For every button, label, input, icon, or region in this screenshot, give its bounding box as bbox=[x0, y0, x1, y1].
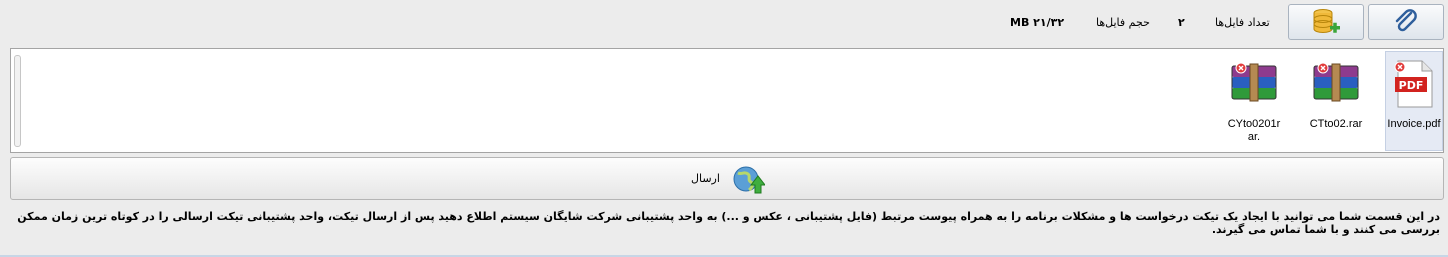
file-size-label: حجم فایل‌ها bbox=[1096, 16, 1150, 29]
send-button[interactable]: ارسال bbox=[10, 157, 1444, 200]
toolbar: تعداد فایل‌ها ۲ حجم فایل‌ها MB ۲۱/۳۲ bbox=[0, 0, 1448, 44]
file-name: CYto0201rar. bbox=[1227, 118, 1281, 143]
file-count-label: تعداد فایل‌ها bbox=[1215, 16, 1270, 29]
scrollbar[interactable] bbox=[14, 55, 21, 147]
file-name: CTto02.rar bbox=[1309, 118, 1363, 130]
file-size-value: MB ۲۱/۳۲ bbox=[1010, 16, 1065, 29]
file-item[interactable]: CYto0201rar. bbox=[1225, 51, 1283, 151]
rar-archive-icon bbox=[1310, 58, 1362, 110]
file-count-value: ۲ bbox=[1178, 16, 1185, 29]
send-button-label: ارسال bbox=[691, 172, 720, 185]
svg-text:PDF: PDF bbox=[1399, 79, 1424, 92]
help-description: در این قسمت شما می توانید با ایجاد یک تی… bbox=[17, 210, 1440, 236]
pdf-file-icon: PDF bbox=[1388, 58, 1440, 110]
file-item[interactable]: CTto02.rar bbox=[1307, 51, 1365, 151]
rar-archive-icon bbox=[1228, 58, 1280, 110]
database-add-icon bbox=[1313, 9, 1340, 33]
file-name: Invoice.pdf bbox=[1387, 118, 1441, 130]
attach-file-button[interactable] bbox=[1368, 4, 1444, 40]
attachment-list[interactable]: PDF Invoice.pdf CTto02.rar CYto0201rar. bbox=[10, 48, 1444, 153]
add-database-button[interactable] bbox=[1288, 4, 1364, 40]
paperclip-icon bbox=[1395, 9, 1417, 32]
file-item[interactable]: PDF Invoice.pdf bbox=[1385, 51, 1443, 151]
globe-upload-icon bbox=[733, 166, 765, 194]
